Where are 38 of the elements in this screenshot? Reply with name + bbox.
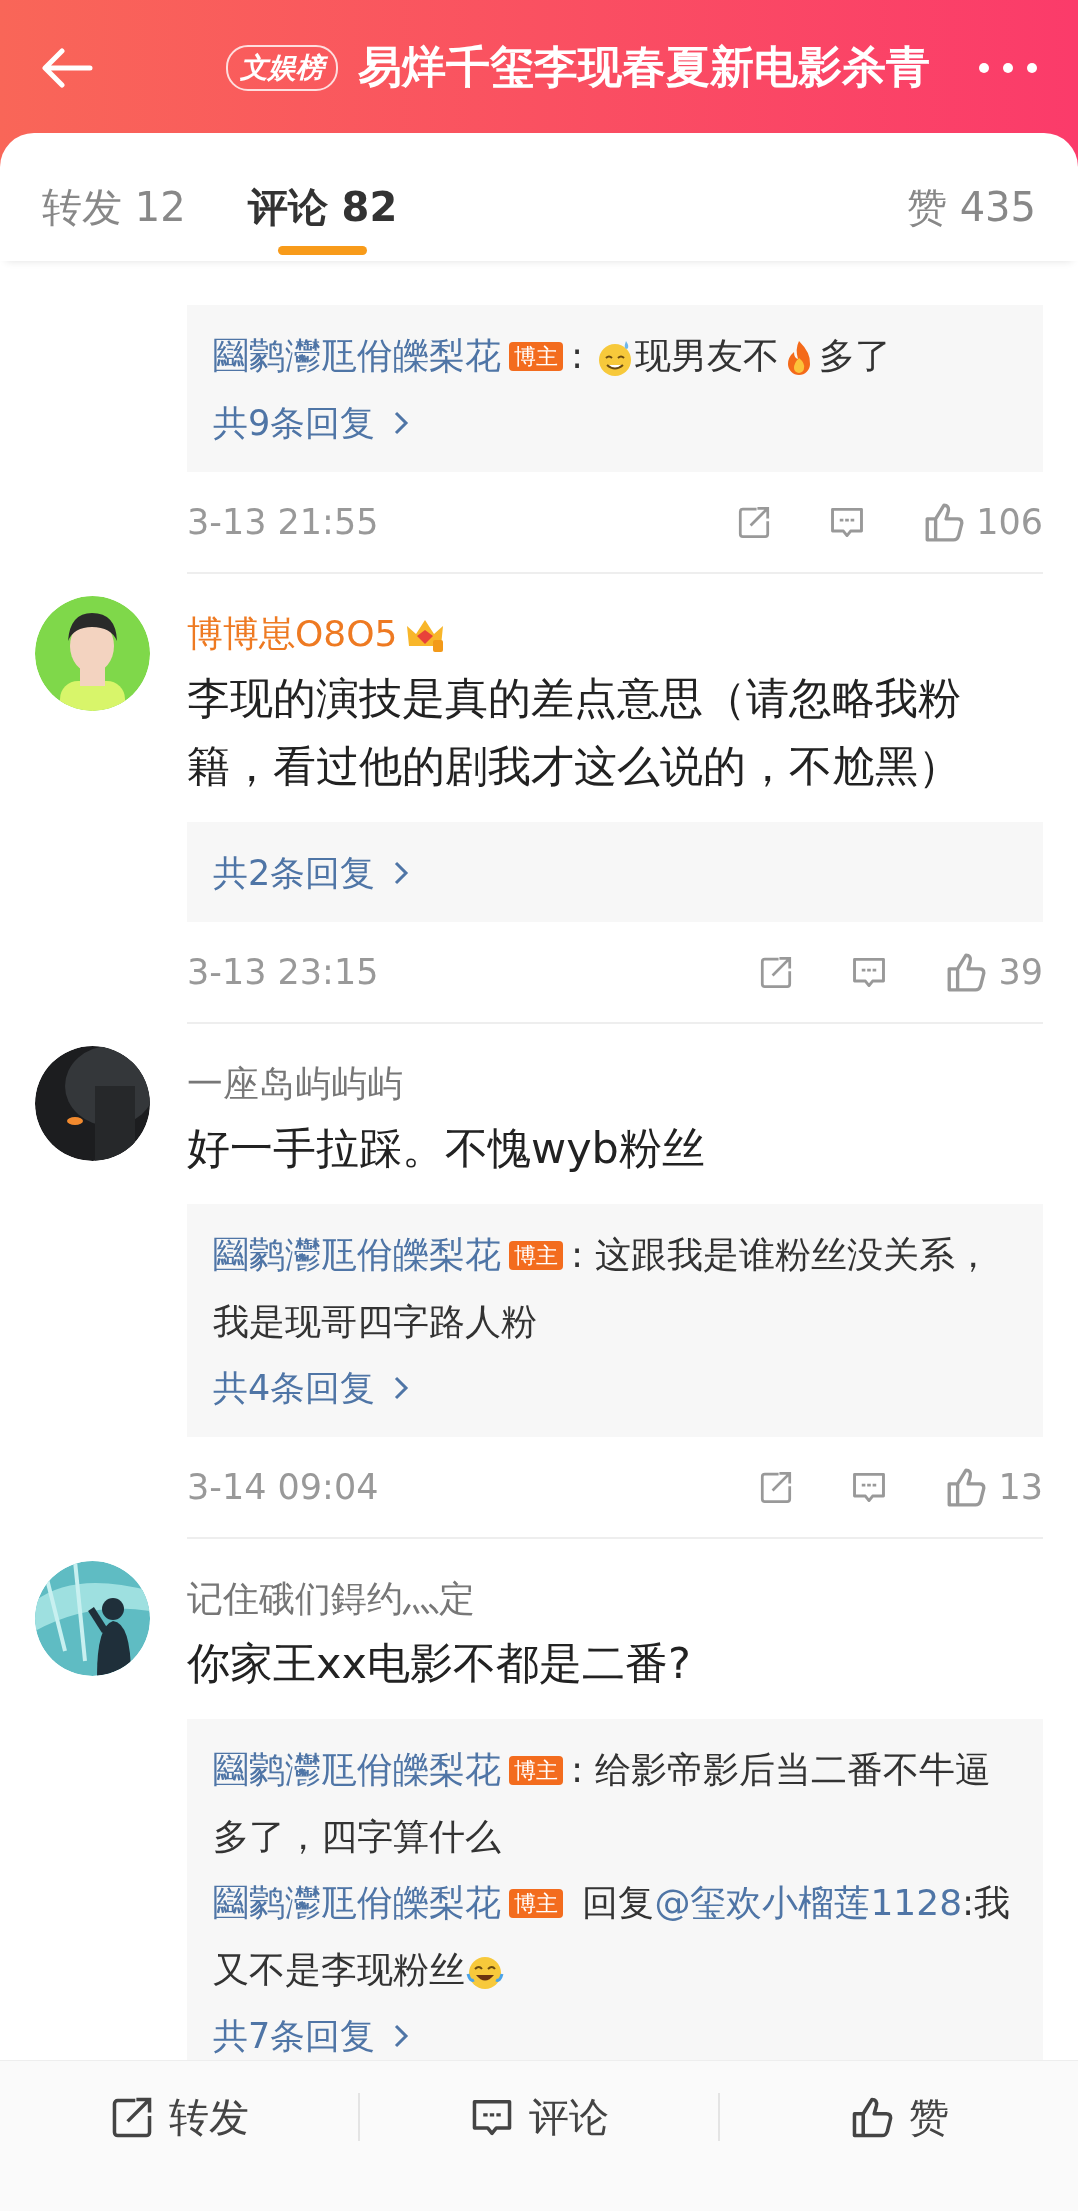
chevron-right-icon [393,2023,410,2049]
chevron-right-icon [393,1375,410,1401]
comment-text: 李现的演技是真的差点意思（请忽略我粉籍，看过他的剧我才这么说的，不尬黑） [187,672,962,793]
page-title: 易烊千玺李现春夏新电影杀青 [358,40,931,94]
username[interactable]: 博博崽O8O5 [187,609,398,659]
timestamp: 3-14 09:04 [187,1467,380,1507]
view-replies-link[interactable]: 共2条回复 [213,840,410,906]
comment-text: 你家王xx电影不都是二番? [187,1637,692,1690]
tab[interactable]: 赞 435 [906,180,1036,261]
like-count: 106 [976,502,1043,542]
blogger-tag: 博主 [509,1756,563,1785]
view-replies-link[interactable]: 共7条回复 [213,2003,410,2060]
comment-text: 好一手拉踩。不愧wyb粉丝 [187,1122,706,1175]
tab[interactable]: 评论 82 [247,180,398,261]
category-badge[interactable]: 文娱榜 [226,44,338,91]
view-replies-link[interactable]: 共9条回复 [213,390,410,456]
more-icon [978,60,1038,75]
chevron-right-icon [393,860,410,886]
username[interactable]: 记住硪们鍀约灬定 [187,1574,475,1624]
tab[interactable]: 转发 12 [42,180,186,261]
chevron-right-icon [393,410,410,436]
blogger-tag: 博主 [509,1241,563,1270]
blogger-tag: 博主 [509,342,563,371]
username-link[interactable]: 圝鹲灪尫佾皪梨花 [213,1234,501,1275]
timestamp: 3-13 21:55 [187,502,380,542]
view-replies-link[interactable]: 共4条回复 [213,1355,410,1421]
username-link[interactable]: 圝鹲灪尫佾皪梨花 [213,1749,501,1790]
like-count: 13 [998,1467,1043,1507]
username[interactable]: 一座岛屿屿屿 [187,1059,403,1109]
timestamp: 3-13 23:15 [187,952,380,992]
like-button[interactable]: 赞 [720,2088,1078,2146]
comment-button[interactable]: 评论 [360,2088,718,2146]
username-link[interactable]: 圝鹲灪尫佾皪梨花 [213,1882,501,1923]
share-button[interactable]: 转发 [0,2088,358,2146]
like-count: 39 [998,952,1043,992]
blogger-tag: 博主 [509,1889,563,1918]
mention-link[interactable]: @玺欢小榴莲1128 [654,1882,963,1923]
username-link[interactable]: 圝鹲灪尫佾皪梨花 [213,335,501,376]
